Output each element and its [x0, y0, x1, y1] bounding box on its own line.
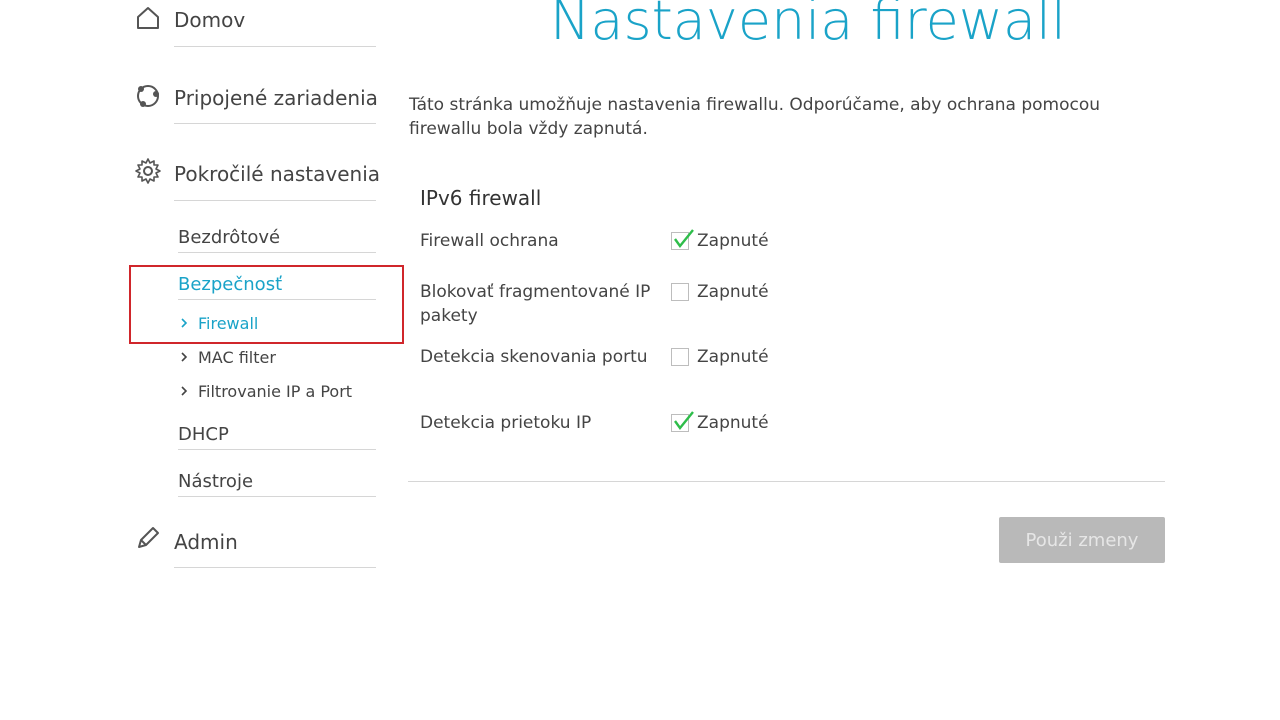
- nav-home-label: Domov: [174, 8, 246, 32]
- home-icon: [137, 7, 159, 29]
- page-description: Táto stránka umožňuje nastavenia firewal…: [409, 95, 1101, 139]
- nav-mac-filter[interactable]: MAC filter: [178, 345, 276, 369]
- nav-ip-port-filter-label: Filtrovanie IP a Port: [198, 381, 353, 401]
- setting-label-firewall-protection: Firewall ochrana: [420, 231, 559, 251]
- checkbox-label: Zapnuté: [697, 282, 769, 302]
- nav-dhcp-label: DHCP: [178, 424, 229, 445]
- page-title: Nastavenia firewall: [550, 0, 1067, 52]
- nav-connected-devices[interactable]: Pripojené zariadenia: [134, 76, 378, 124]
- nav-advanced-settings[interactable]: Pokročilé nastavenia: [134, 153, 380, 201]
- firewall-protection-checkbox-group[interactable]: Zapnuté: [671, 229, 769, 253]
- divider: [408, 481, 1165, 482]
- nav-advanced-settings-label: Pokročilé nastavenia: [174, 162, 381, 186]
- divider: [174, 123, 376, 124]
- setting-label-block-fragmented: Blokovať fragmentované IP pakety: [420, 282, 651, 326]
- nav-tools[interactable]: Nástroje: [178, 461, 376, 497]
- checkbox-label: Zapnuté: [697, 413, 769, 433]
- divider: [178, 252, 376, 253]
- highlight-frame: [129, 265, 404, 344]
- setting-label-ip-flood-detection: Detekcia prietoku IP: [420, 413, 592, 433]
- divider: [174, 46, 376, 47]
- nav-ip-port-filter[interactable]: Filtrovanie IP a Port: [178, 379, 352, 403]
- block-fragmented-checkbox-group[interactable]: Zapnuté: [671, 280, 769, 304]
- apply-changes-button[interactable]: Použi zmeny: [999, 517, 1165, 563]
- nav-connected-devices-label: Pripojené zariadenia: [174, 86, 378, 110]
- port-scan-checkbox[interactable]: [671, 348, 689, 366]
- nav-tools-label: Nástroje: [178, 471, 254, 492]
- pencil-icon: [138, 527, 159, 548]
- check-icon: [674, 411, 694, 430]
- nav-admin[interactable]: Admin: [134, 520, 376, 568]
- checkbox-label: Zapnuté: [697, 347, 769, 367]
- chevron-right-icon: [181, 352, 188, 362]
- ip-flood-checkbox-group[interactable]: Zapnuté: [671, 411, 769, 435]
- nav-admin-label: Admin: [174, 530, 238, 554]
- ip-flood-checkbox[interactable]: [671, 411, 694, 432]
- nav-wireless[interactable]: Bezdrôtové: [178, 217, 376, 253]
- block-fragmented-checkbox[interactable]: [671, 283, 689, 301]
- setting-label-port-scan-detection: Detekcia skenovania portu: [420, 347, 648, 367]
- divider: [178, 449, 376, 450]
- gear-icon: [135, 158, 161, 184]
- firewall-protection-checkbox[interactable]: [671, 229, 694, 250]
- nav-home[interactable]: Domov: [134, 0, 376, 48]
- port-scan-checkbox-group[interactable]: Zapnuté: [671, 345, 769, 369]
- divider: [178, 496, 376, 497]
- nav-wireless-label: Bezdrôtové: [178, 227, 281, 248]
- checkbox-label: Zapnuté: [697, 231, 769, 251]
- section-title: IPv6 firewall: [420, 186, 542, 210]
- nav-dhcp[interactable]: DHCP: [178, 414, 376, 450]
- chevron-right-icon: [181, 386, 188, 396]
- divider: [174, 567, 376, 568]
- check-icon: [674, 229, 694, 248]
- nav-mac-filter-label: MAC filter: [198, 347, 276, 367]
- devices-icon: [137, 85, 159, 107]
- divider: [174, 200, 376, 201]
